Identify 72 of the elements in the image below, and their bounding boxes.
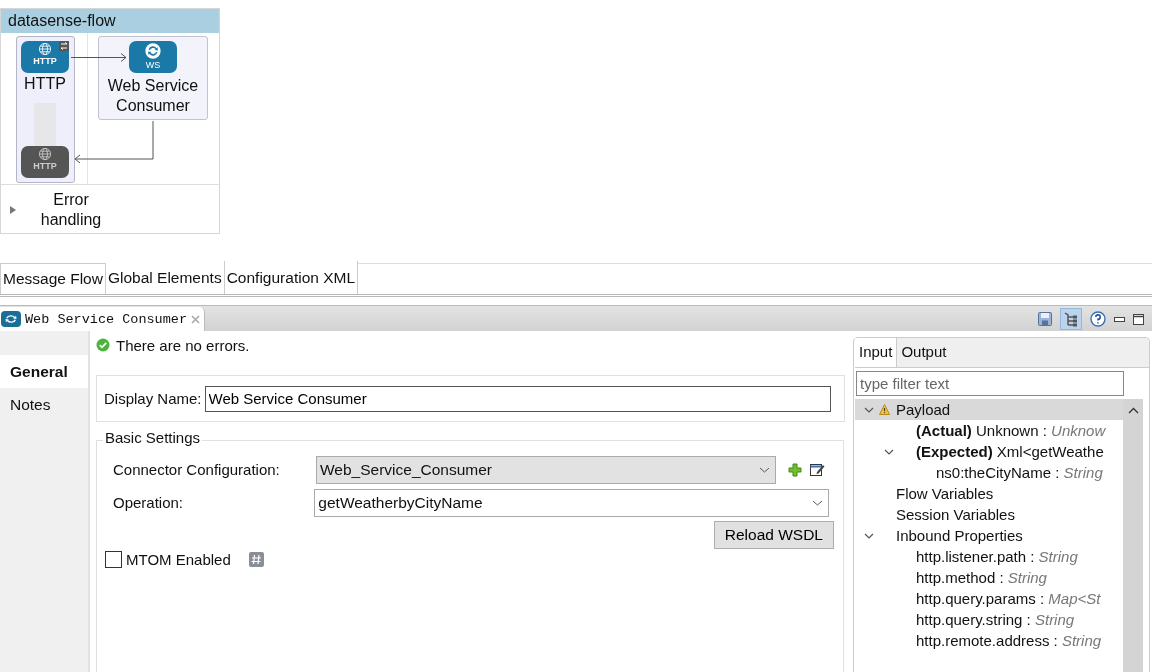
- scrollbar[interactable]: [1123, 399, 1143, 672]
- error-handling-label: Error handling: [39, 189, 103, 230]
- hash-icon[interactable]: [248, 552, 264, 567]
- side-tab[interactable]: General: [0, 355, 88, 388]
- tree-item[interactable]: http.query.params : Map<St: [855, 588, 1123, 609]
- expand-triangle-icon[interactable]: [10, 206, 16, 214]
- check-icon: [96, 338, 110, 352]
- scroll-up-icon[interactable]: [1127, 407, 1139, 414]
- help-icon[interactable]: [1090, 311, 1106, 327]
- node-label: Web Service Consumer: [106, 76, 200, 116]
- web-service-icon[interactable]: WS: [129, 41, 177, 73]
- add-icon[interactable]: [788, 462, 802, 477]
- filter-field[interactable]: type filter text: [856, 371, 1124, 396]
- http-globe-icon[interactable]: HTTP: [21, 146, 69, 178]
- status-message: There are no errors.: [116, 336, 250, 354]
- connector-arrow: [71, 53, 127, 62]
- tree-item-label: Session Variables: [896, 506, 1015, 523]
- operation-label: Operation:: [113, 494, 185, 511]
- side-tab[interactable]: Notes: [0, 388, 88, 421]
- display-name-label: Display Name:: [104, 390, 202, 407]
- view-title: Web Service Consumer: [25, 311, 188, 327]
- chevron-down-icon[interactable]: [884, 448, 894, 455]
- web-service-icon: [1, 311, 21, 327]
- connector-configuration-label: Connector Configuration:: [113, 461, 281, 478]
- tree-layout-button[interactable]: [1060, 308, 1082, 330]
- basic-settings-title: Basic Settings: [103, 429, 203, 446]
- view-tab[interactable]: Web Service Consumer: [0, 307, 206, 331]
- tree-item[interactable]: Inbound Properties: [855, 525, 1123, 546]
- tree-item-label: (Expected) Xml<getWeathe: [916, 443, 1104, 460]
- tree-item[interactable]: ns0:theCityName : String: [855, 462, 1123, 483]
- tree-item-label: Flow Variables: [896, 485, 994, 502]
- tree-item[interactable]: (Expected) Xml<getWeathe: [855, 441, 1123, 462]
- chevron-down-icon[interactable]: [812, 499, 823, 506]
- tree-item-label: http.remote.address : String: [916, 632, 1102, 649]
- minimize-icon[interactable]: [1114, 316, 1125, 322]
- tree-item-label: (Actual) Unknown : Unknow: [916, 422, 1106, 439]
- tree-item[interactable]: http.query.string : String: [855, 609, 1123, 630]
- checkbox[interactable]: [105, 551, 122, 568]
- tree-item[interactable]: http.listener.path : String: [855, 546, 1123, 567]
- tree-item-label: Payload: [896, 401, 951, 418]
- warning-icon: [879, 404, 890, 415]
- tree-item[interactable]: http.remote.address : String: [855, 630, 1123, 651]
- tree-item-label: Inbound Properties: [896, 527, 1023, 544]
- http-globe-icon[interactable]: HTTP: [21, 41, 69, 73]
- tree-item[interactable]: (Actual) Unknown : Unknow: [855, 420, 1123, 441]
- display-name-field[interactable]: Web Service Consumer: [204, 385, 831, 412]
- editor-tab[interactable]: Message Flow: [0, 263, 106, 294]
- save-icon[interactable]: [1038, 312, 1052, 326]
- node-label: HTTP: [23, 75, 67, 93]
- chevron-down-icon[interactable]: [864, 406, 874, 413]
- operation-dropdown[interactable]: getWeatherbyCityName: [314, 488, 829, 517]
- tree-item-label: http.listener.path : String: [916, 548, 1078, 565]
- mtom-enabled-label: MTOM Enabled: [126, 551, 231, 568]
- tree-item-label: http.query.params : Map<St: [916, 590, 1101, 607]
- tree-item[interactable]: http.method : String: [855, 567, 1123, 588]
- tree-item-label: http.query.string : String: [916, 611, 1075, 628]
- chevron-down-icon[interactable]: [759, 466, 770, 473]
- editor-tab[interactable]: Global Elements: [105, 261, 225, 294]
- maximize-icon[interactable]: [1133, 313, 1144, 325]
- tree-item[interactable]: Session Variables: [855, 504, 1123, 525]
- metadata-tab[interactable]: Output: [897, 338, 951, 367]
- tree-item[interactable]: Flow Variables: [855, 483, 1123, 504]
- tree-item-label: ns0:theCityName : String: [936, 464, 1103, 481]
- metadata-tab[interactable]: Input: [855, 338, 898, 367]
- editor-tab[interactable]: Configuration XML: [224, 261, 359, 294]
- tree-item-label: http.method : String: [916, 569, 1047, 586]
- chevron-down-icon[interactable]: [864, 532, 874, 539]
- edit-icon[interactable]: [810, 462, 825, 477]
- tree-item[interactable]: Payload: [855, 399, 1123, 420]
- connector-configuration-dropdown[interactable]: Web_Service_Consumer: [316, 455, 776, 484]
- flow-title: datasense-flow: [1, 9, 219, 33]
- reload-wsdl-button[interactable]: Reload WSDL: [713, 521, 834, 549]
